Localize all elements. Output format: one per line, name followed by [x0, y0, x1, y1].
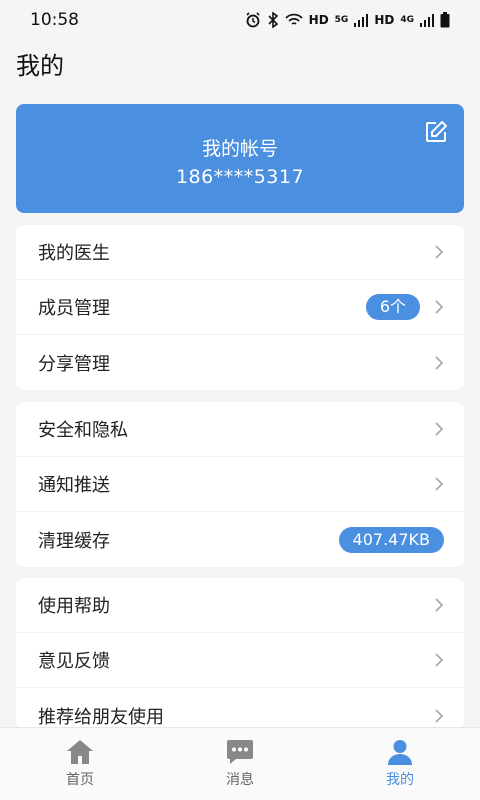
menu-item-label: 通知推送	[38, 475, 110, 496]
home-icon	[67, 740, 93, 764]
account-card[interactable]: 我的帐号 186****5317	[16, 104, 464, 213]
chevron-right-icon	[435, 422, 444, 436]
tab-mine[interactable]: 我的	[320, 728, 480, 800]
tab-label: 首页	[66, 772, 94, 788]
tab-label: 我的	[386, 772, 414, 788]
menu-item-label: 安全和隐私	[38, 420, 128, 441]
status-icons: HD 5G HD 4G	[245, 12, 450, 28]
alarm-icon	[246, 12, 260, 28]
chevron-right-icon	[435, 245, 444, 259]
hd-icon: HD	[308, 13, 329, 27]
menu-item-label: 我的医生	[38, 243, 110, 264]
status-time: 10:58	[30, 10, 79, 30]
menu-item-feedback[interactable]: 意见反馈	[16, 633, 464, 688]
chevron-right-icon	[435, 708, 444, 723]
bottom-tab-bar: 首页 消息 我的	[0, 727, 480, 800]
account-phone: 186****5317	[175, 166, 305, 188]
member-count-badge: 6个	[365, 294, 420, 320]
menu-item-clear-cache[interactable]: 清理缓存 407.47KB	[16, 512, 464, 567]
chevron-right-icon	[435, 653, 444, 667]
menu-group-1: 我的医生 成员管理 6个 分享管理	[16, 225, 464, 390]
menu-group-3: 使用帮助 意见反馈 推荐给朋友使用	[16, 578, 464, 728]
menu-item-member-management[interactable]: 成员管理 6个	[16, 280, 464, 335]
menu-item-label: 使用帮助	[38, 596, 110, 617]
status-bar: 10:58 HD 5G HD 4G	[0, 0, 480, 40]
page-title: 我的	[16, 52, 64, 80]
menu-item-label: 推荐给朋友使用	[38, 706, 164, 728]
bluetooth-icon	[268, 12, 278, 28]
tab-messages[interactable]: 消息	[160, 728, 320, 800]
menu-item-label: 成员管理	[38, 298, 110, 319]
signal-5g-label: 5G	[334, 15, 349, 25]
edit-icon[interactable]	[424, 120, 448, 144]
chevron-right-icon	[435, 355, 444, 370]
menu-group-2: 安全和隐私 通知推送 清理缓存 407.47KB	[16, 402, 464, 567]
menu-item-my-doctor[interactable]: 我的医生	[16, 225, 464, 280]
signal-4g-label: 4G	[400, 15, 414, 25]
menu-item-recommend[interactable]: 推荐给朋友使用	[16, 688, 464, 728]
wifi-icon	[285, 13, 303, 25]
cache-size-badge: 407.47KB	[338, 526, 444, 553]
message-icon	[227, 740, 253, 764]
battery-icon	[440, 12, 450, 28]
chevron-right-icon	[435, 300, 444, 314]
signal-5g-icon	[354, 14, 369, 27]
user-icon	[388, 740, 412, 765]
menu-item-label: 意见反馈	[38, 651, 110, 672]
chevron-right-icon	[435, 598, 444, 612]
tab-label: 消息	[226, 772, 254, 788]
menu-item-share-management[interactable]: 分享管理	[16, 335, 464, 390]
account-title: 我的帐号	[201, 138, 278, 160]
hd-icon-2: HD	[374, 13, 395, 27]
signal-4g-icon	[420, 14, 434, 27]
chevron-right-icon	[435, 477, 444, 491]
menu-item-notifications[interactable]: 通知推送	[16, 457, 464, 512]
menu-item-security-privacy[interactable]: 安全和隐私	[16, 402, 464, 457]
menu-item-label: 分享管理	[38, 353, 110, 375]
tab-home[interactable]: 首页	[0, 728, 160, 800]
menu-item-label: 清理缓存	[38, 530, 110, 552]
menu-item-help[interactable]: 使用帮助	[16, 578, 464, 633]
